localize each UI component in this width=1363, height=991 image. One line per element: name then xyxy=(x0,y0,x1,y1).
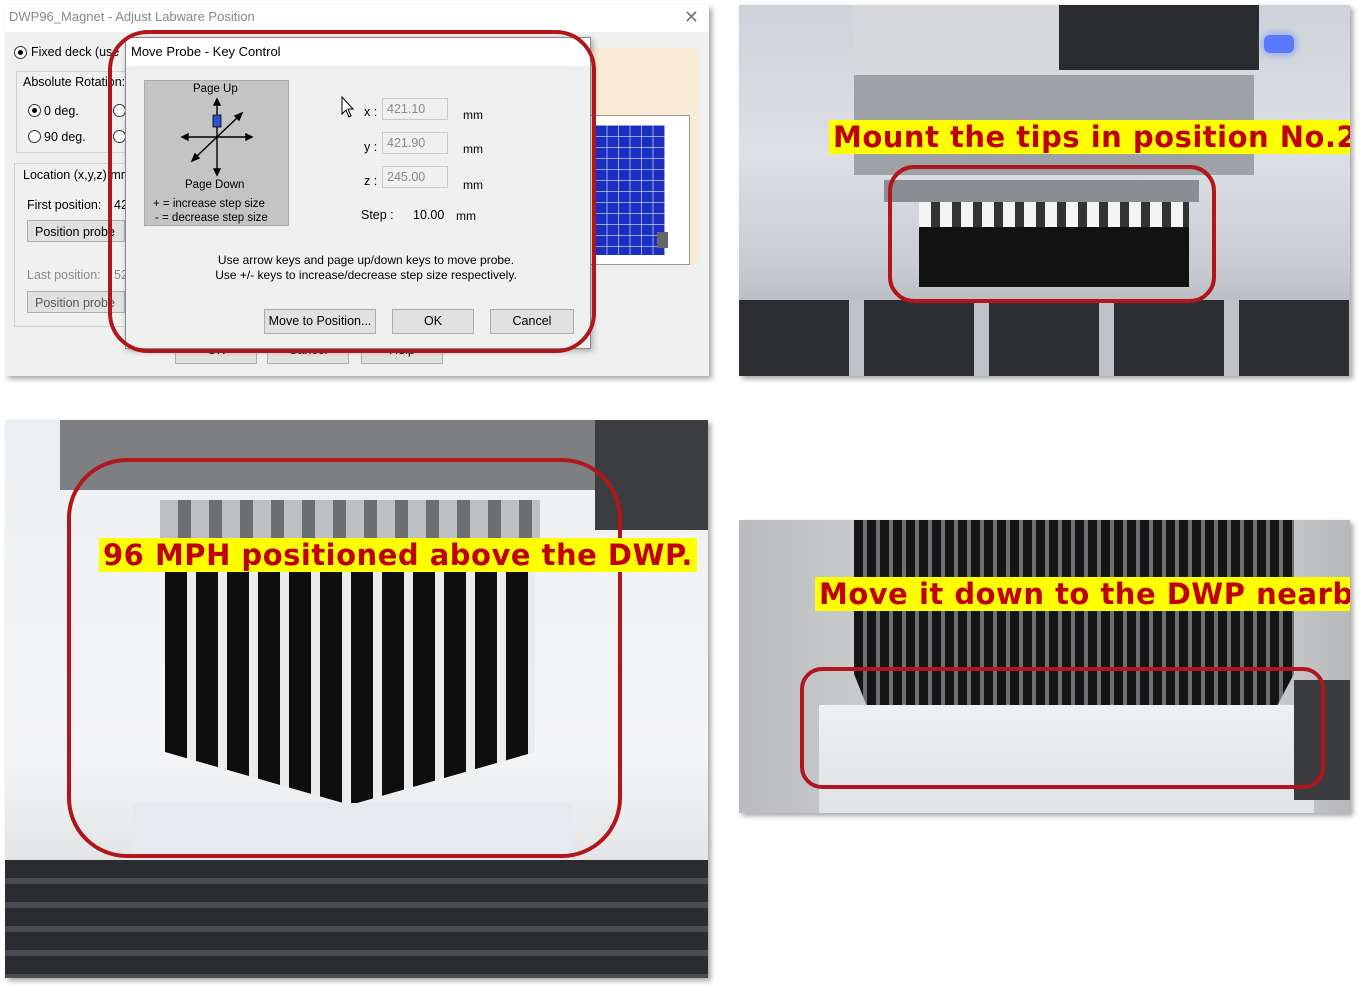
deck-carrier xyxy=(5,860,708,978)
window-title-bar: DWP96_Magnet - Adjust Labware Position ✕ xyxy=(5,5,709,32)
plate-96-well-grid xyxy=(595,125,665,255)
key-control-diagram: Page Up Page Down + = increase step size… xyxy=(144,80,289,226)
rotation-0-radio[interactable] xyxy=(28,104,41,117)
rotation-90-label: 90 deg. xyxy=(44,130,86,144)
x-label: x : xyxy=(364,105,378,119)
head-plate xyxy=(884,180,1199,202)
tips-black xyxy=(165,540,535,805)
deep-well-plate xyxy=(133,803,573,858)
page-up-label: Page Up xyxy=(193,83,238,95)
direction-arrows-icon xyxy=(180,97,254,177)
fixed-deck-radio[interactable] xyxy=(14,46,27,59)
move-probe-dialog: Move Probe - Key Control Page Up Page Do… xyxy=(125,37,591,349)
location-label: Location (x,y,z) mm xyxy=(23,168,132,182)
selected-well-marker xyxy=(657,232,668,248)
move-probe-title: Move Probe - Key Control xyxy=(126,38,590,66)
move-to-position-button[interactable]: Move to Position... xyxy=(264,309,376,334)
step-value: 10.00 xyxy=(413,208,445,222)
gantry-arm xyxy=(595,420,708,530)
increase-step-hint: + = increase step size xyxy=(153,198,265,210)
close-icon[interactable]: ✕ xyxy=(684,7,699,28)
absolute-rotation-label: Absolute Rotation: xyxy=(23,75,126,89)
first-position-label: First position: xyxy=(27,198,102,212)
x-value-field[interactable]: 421.10 xyxy=(382,98,448,120)
y-unit: mm xyxy=(463,142,483,156)
y-value-field[interactable]: 421.90 xyxy=(382,132,448,154)
hint-line-2: Use +/- keys to increase/decrease step s… xyxy=(215,268,517,282)
side-frame xyxy=(1294,680,1350,800)
step-unit: mm xyxy=(456,209,476,223)
deep-well-plate xyxy=(819,705,1314,813)
cancel-button[interactable]: Cancel xyxy=(490,309,574,334)
z-unit: mm xyxy=(463,178,483,192)
x-unit: mm xyxy=(463,108,483,122)
y-label: y : xyxy=(364,140,378,154)
caption-above-dwp: 96 MPH positioned above the DWP. xyxy=(99,538,697,572)
z-label: z : xyxy=(364,174,378,188)
tips-black xyxy=(919,227,1189,287)
rotation-90-radio[interactable] xyxy=(28,130,41,143)
photo-above-dwp: 96 MPH positioned above the DWP. xyxy=(5,420,708,978)
ok-button[interactable]: OK xyxy=(392,309,474,334)
photo-move-down: Move it down to the DWP nearby xyxy=(739,520,1350,813)
tip-collars xyxy=(160,500,540,540)
photo-mount-tips: Mount the tips in position No.2 xyxy=(739,5,1350,376)
head-top xyxy=(60,420,640,490)
position-probe-button-2[interactable]: Position probe at xyxy=(27,291,125,313)
position-probe-button-1[interactable]: Position probe at xyxy=(27,220,125,242)
step-label: Step : xyxy=(361,208,394,222)
head-body xyxy=(1059,5,1259,70)
mouse-cursor-icon xyxy=(341,96,355,118)
last-position-label: Last position: xyxy=(27,268,101,282)
z-value-field[interactable]: 245.00 xyxy=(382,166,448,188)
software-screenshot-panel: DWP96_Magnet - Adjust Labware Position ✕… xyxy=(5,5,709,376)
deck-racks xyxy=(739,300,1350,376)
decrease-step-hint: - = decrease step size xyxy=(155,212,268,224)
page-down-label: Page Down xyxy=(185,179,245,191)
tip-collars xyxy=(919,202,1189,227)
led-light xyxy=(1264,35,1294,53)
hint-line-1: Use arrow keys and page up/down keys to … xyxy=(217,253,515,267)
caption-move-down: Move it down to the DWP nearby xyxy=(815,577,1350,611)
rotation-0-label: 0 deg. xyxy=(44,104,79,118)
fixed-deck-label: Fixed deck (use xyxy=(31,45,120,59)
caption-mount-tips: Mount the tips in position No.2 xyxy=(829,120,1350,154)
window-title: DWP96_Magnet - Adjust Labware Position xyxy=(9,9,255,24)
